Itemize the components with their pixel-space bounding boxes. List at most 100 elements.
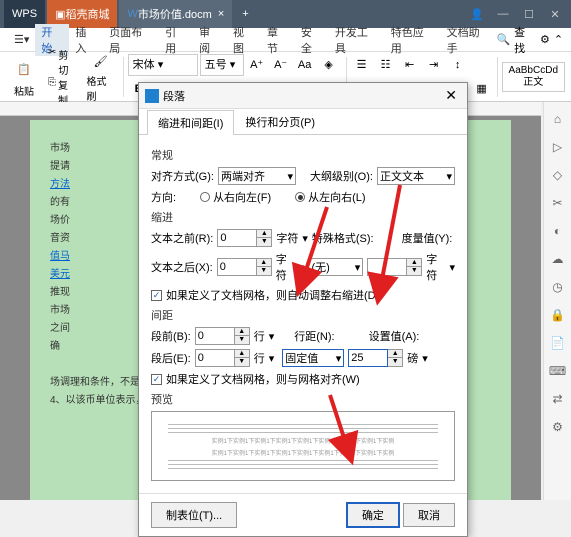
minimize-button[interactable]: — [491, 4, 515, 24]
spin-up-icon[interactable]: ▲ [257, 230, 271, 238]
wps-logo: WPS [12, 8, 37, 20]
menu-chapter[interactable]: 章节 [261, 24, 295, 56]
measure-spinner[interactable]: ▲▼ [367, 258, 422, 276]
para-shading[interactable]: ▦ [471, 78, 493, 100]
after-para-spinner[interactable]: ▲▼ [195, 349, 250, 367]
outline-combo[interactable]: 正文文本▾ [377, 167, 455, 185]
spin-down-icon[interactable]: ▼ [257, 238, 271, 246]
checkbox-icon: ✓ [151, 290, 162, 301]
align-combo[interactable]: 两端对齐▾ [218, 167, 296, 185]
tab-indent[interactable]: 缩进和间距(I) [147, 110, 234, 135]
menu-ref[interactable]: 引用 [159, 24, 193, 56]
maximize-button[interactable]: ☐ [517, 4, 541, 24]
size-combo[interactable]: 五号 ▾ [200, 54, 244, 76]
format-label: 格式刷 [87, 73, 115, 103]
dialog-tabs: 缩进和间距(I) 换行和分页(P) [139, 109, 467, 135]
rp-clip-icon[interactable]: ✂ [549, 194, 567, 212]
number-list[interactable]: ☷ [375, 54, 397, 76]
outline-label: 大纲级别(O): [310, 168, 373, 184]
spin-up-icon[interactable]: ▲ [407, 259, 421, 267]
before-para-input[interactable] [195, 327, 235, 345]
before-text-spinner[interactable]: ▲▼ [217, 229, 272, 247]
spin-up-icon[interactable]: ▲ [235, 328, 249, 336]
tabs-button[interactable]: 制表位(T)... [151, 502, 237, 528]
case-button[interactable]: Aa [294, 54, 316, 76]
align-label: 对齐方式(G): [151, 168, 214, 184]
spin-up-icon[interactable]: ▲ [235, 350, 249, 358]
spin-down-icon[interactable]: ▼ [235, 358, 249, 366]
rp-share-icon[interactable]: ⇄ [549, 390, 567, 408]
before-text-input[interactable] [217, 229, 257, 247]
spin-up-icon[interactable]: ▲ [388, 350, 402, 358]
grow-font[interactable]: A⁺ [246, 54, 268, 76]
unit-label: 行 [254, 350, 265, 366]
menu-expand-icon[interactable]: ⌃ [554, 33, 563, 46]
rp-gear-icon[interactable]: ⚙ [549, 418, 567, 436]
menu-helper[interactable]: 文档助手 [441, 24, 497, 56]
after-text-spinner[interactable]: ▲▼ [217, 258, 272, 276]
rp-home-icon[interactable]: ⌂ [549, 110, 567, 128]
dialog-body: 常规 对齐方式(G): 两端对齐▾ 大纲级别(O): 正文文本▾ 方向: 从右向… [139, 135, 467, 493]
menu-review[interactable]: 审阅 [193, 24, 227, 56]
rp-select-icon[interactable]: ▷ [549, 138, 567, 156]
search-icon[interactable]: 🔍 [496, 33, 510, 46]
measure-input[interactable] [367, 258, 407, 276]
menu-security[interactable]: 安全 [295, 24, 329, 56]
menu-view[interactable]: 视图 [227, 24, 261, 56]
close-button[interactable]: ✕ [543, 4, 567, 24]
dialog-titlebar[interactable]: 段落 ✕ [139, 83, 467, 109]
clear-format[interactable]: ◈ [318, 54, 340, 76]
menu-dev[interactable]: 开发工具 [329, 24, 385, 56]
tab-close-icon[interactable]: × [218, 8, 224, 20]
menu-file-icon[interactable]: ☰▾ [8, 33, 35, 46]
before-para-spinner[interactable]: ▲▼ [195, 327, 250, 345]
ltr-radio[interactable]: 从左向右(L) [295, 189, 365, 205]
spacing-grid-checkbox[interactable]: ✓ 如果定义了文档网格，则与网格对齐(W) [151, 371, 455, 387]
mall-icon: ▣ [55, 8, 65, 21]
mall-label: 稻壳商城 [65, 6, 109, 22]
cut-button[interactable]: ✂ [48, 47, 56, 77]
indent-dec[interactable]: ⇤ [399, 54, 421, 76]
rtl-radio[interactable]: 从右向左(F) [200, 189, 271, 205]
indent-inc[interactable]: ⇥ [423, 54, 445, 76]
rp-clock-icon[interactable]: ◷ [549, 278, 567, 296]
format-painter[interactable]: 🖌 [90, 51, 112, 73]
after-para-input[interactable] [195, 349, 235, 367]
menu-special[interactable]: 特色应用 [385, 24, 441, 56]
shrink-font[interactable]: A⁻ [270, 54, 292, 76]
preview-box: 实例1下实例1下实例1下实例1下实例1下实例1下实例1下实例1下实例 实例1下实… [151, 411, 455, 481]
spin-down-icon[interactable]: ▼ [257, 267, 271, 275]
before-text-label: 文本之前(R): [151, 230, 213, 246]
rp-color-icon[interactable]: ◐ [549, 222, 567, 240]
menu-more-icon[interactable]: ⚙ [540, 33, 550, 46]
set-value-spinner[interactable]: ▲▼ [348, 349, 403, 367]
cancel-button[interactable]: 取消 [403, 503, 455, 527]
rp-shape-icon[interactable]: ◇ [549, 166, 567, 184]
spin-down-icon[interactable]: ▼ [407, 267, 421, 275]
tab-pagebreak[interactable]: 换行和分页(P) [234, 109, 326, 134]
font-combo[interactable]: 宋体 ▾ [128, 54, 198, 76]
after-text-input[interactable] [217, 258, 257, 276]
spin-down-icon[interactable]: ▼ [388, 358, 402, 366]
indent-grid-checkbox[interactable]: ✓ 如果定义了文档网格，则自动调整右缩进(D) [151, 287, 455, 303]
line-spacing-combo[interactable]: 固定值▾ [282, 349, 344, 367]
section-preview: 预览 [151, 391, 455, 407]
rp-lock-icon[interactable]: 🔒 [549, 306, 567, 324]
sort-button[interactable]: ↕ [447, 54, 469, 76]
search-label[interactable]: 查找 [514, 24, 536, 56]
spin-down-icon[interactable]: ▼ [235, 336, 249, 344]
rp-doc-icon[interactable]: 📄 [549, 334, 567, 352]
special-combo[interactable]: (无)▾ [308, 258, 363, 276]
paste-group: 📋 粘贴 [6, 55, 42, 98]
rp-cloud-icon[interactable]: ☁ [549, 250, 567, 268]
dialog-close-button[interactable]: ✕ [441, 87, 461, 104]
dialog-title: 段落 [163, 88, 185, 104]
ok-button[interactable]: 确定 [346, 502, 400, 528]
bullet-list[interactable]: ☰ [351, 54, 373, 76]
rp-key-icon[interactable]: ⌨ [549, 362, 567, 380]
style-normal[interactable]: AaBbCcDd 正文 [502, 62, 565, 92]
paste-button[interactable]: 📋 [10, 55, 38, 83]
spin-up-icon[interactable]: ▲ [257, 259, 271, 267]
login-icon[interactable]: 👤 [465, 4, 489, 24]
set-value-input[interactable] [348, 349, 388, 367]
